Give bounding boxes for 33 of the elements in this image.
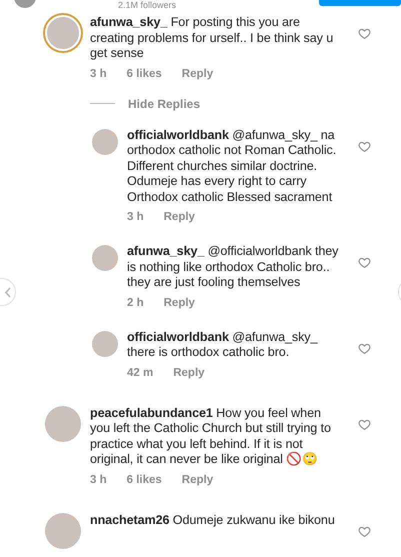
heart-icon[interactable] [358, 256, 371, 269]
comment-text: peacefulabundance1 How you feel when you left the Catholic Church but still trying to practice what you left behind. If it is not original, it can never be like original 🚫🙄 [90, 406, 332, 468]
avatar[interactable] [45, 406, 81, 442]
avatar[interactable] [45, 512, 81, 548]
avatar[interactable] [92, 330, 118, 356]
reply-button[interactable]: Reply [182, 66, 214, 80]
heart-icon[interactable] [358, 418, 371, 430]
comment-text: afunwa_sky_ For posting this you are creating problems for urself.. I be think say u get sense [90, 15, 334, 62]
comment-time: 3 h [127, 210, 144, 224]
comment-text: officialworldbank @afunwa_sky_ there is orthodox catholic bro. [127, 330, 319, 360]
comment-text: nnachetam26 Odumeje zukwanu ike bikonu [90, 512, 336, 528]
likes-count[interactable]: 6 likes [126, 66, 162, 80]
reply-button[interactable]: Reply [164, 296, 195, 310]
comment-time: 3 h [90, 66, 107, 80]
comment-text: officialworldbank @afunwa_sky_ na orthodox catholic not Roman Catholic. Different churches similar doctrine. Odumeje has every right to carry Orthodox catholic Blessed sacrament [127, 128, 338, 205]
followers-count: 2.1M followers [118, 0, 176, 10]
likes-count[interactable]: 6 likes [126, 472, 162, 486]
comment-text: afunwa_sky_ @officialworldbank they is nothing like orthodox Catholic bro.. they are just fooling themselves [127, 244, 340, 290]
reply-button[interactable]: Reply [182, 472, 214, 486]
avatar[interactable] [45, 15, 81, 51]
chevron-left-icon [4, 287, 12, 298]
hide-replies-button[interactable]: Hide Replies [128, 96, 200, 110]
reply-button[interactable]: Reply [173, 366, 205, 380]
comment-time: 2 h [127, 296, 144, 310]
avatar[interactable] [92, 128, 118, 154]
heart-icon[interactable] [358, 342, 371, 354]
reply-button[interactable]: Reply [164, 210, 195, 224]
heart-icon[interactable] [358, 140, 371, 152]
heart-icon[interactable] [358, 27, 371, 40]
comment-time: 42 m [127, 366, 154, 380]
heart-icon[interactable] [358, 524, 371, 538]
avatar[interactable] [92, 245, 118, 271]
comment-time: 3 h [90, 472, 107, 486]
